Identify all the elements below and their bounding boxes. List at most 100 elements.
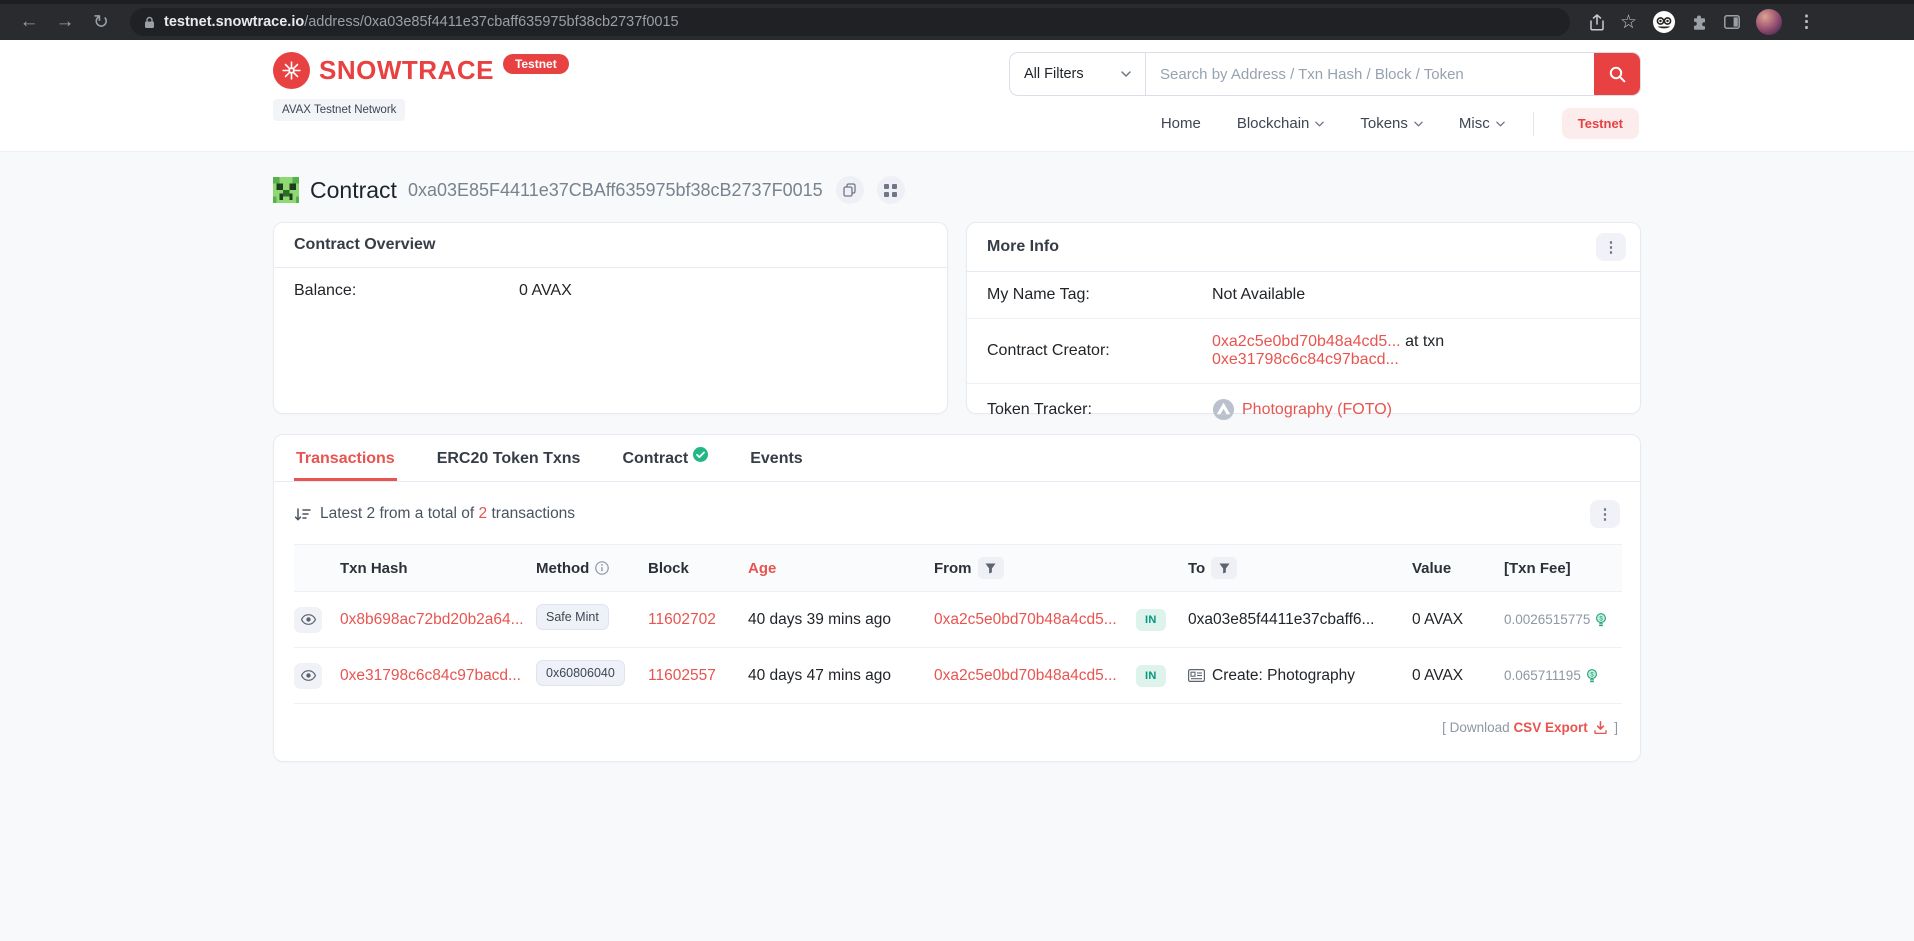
csv-prefix: [ Download (1442, 720, 1510, 735)
csv-export-row: [ Download CSV Export ] (274, 704, 1640, 755)
overview-card-title: Contract Overview (294, 236, 435, 254)
token-tracker-link[interactable]: Photography (FOTO) (1242, 401, 1392, 419)
address-bar[interactable]: testnet.snowtrace.io/address/0xa03e85f44… (130, 8, 1570, 36)
nav-blockchain-label: Blockchain (1237, 115, 1310, 132)
extension-owl-icon[interactable] (1653, 11, 1675, 33)
more-info-card: More Info ⋮ My Name Tag: Not Available C… (966, 222, 1641, 414)
gas-bulb-icon: $ (1586, 668, 1598, 684)
extensions-puzzle-icon[interactable] (1691, 14, 1708, 31)
age-text: 40 days 47 mins ago (748, 667, 891, 684)
tab-contract-label: Contract (622, 450, 688, 468)
site-logo[interactable]: SNOWTRACE Testnet (273, 52, 569, 89)
value-text: 0 AVAX (1412, 667, 1463, 684)
tx-summary-prefix: Latest 2 from a total of (320, 505, 474, 522)
more-info-card-title: More Info (987, 238, 1059, 256)
eye-icon (301, 614, 316, 625)
tx-summary-suffix: transactions (491, 505, 575, 522)
search-icon (1609, 66, 1626, 83)
tab-transactions-label: Transactions (296, 450, 395, 468)
lock-icon (144, 16, 155, 29)
view-tx-preview-button[interactable] (294, 663, 322, 689)
brand-testnet-badge: Testnet (503, 54, 569, 74)
direction-badge: IN (1136, 665, 1166, 687)
txn-hash-link[interactable]: 0x8b698ac72bd20b2a64... (340, 611, 524, 628)
col-block: Block (648, 545, 748, 592)
tx-total-count: 2 (479, 505, 488, 522)
txn-fee-text: 0.065711195 (1504, 668, 1581, 683)
col-txn-fee: [Txn Fee] (1504, 545, 1622, 592)
network-badge: AVAX Testnet Network (273, 99, 405, 121)
block-link[interactable]: 11602702 (648, 611, 716, 628)
col-age-sort[interactable]: Age (748, 545, 934, 592)
txn-hash-link[interactable]: 0xe31798c6c84c97bacd... (340, 667, 521, 684)
direction-badge: IN (1136, 609, 1166, 631)
from-address-link[interactable]: 0xa2c5e0bd70b48a4cd5... (934, 667, 1117, 684)
page-title-row: Contract 0xa03E85F4411e37CBAff635975bf38… (273, 176, 1641, 204)
qr-code-icon (884, 184, 897, 197)
col-txn-hash: Txn Hash (340, 545, 536, 592)
nav-blockchain[interactable]: Blockchain (1237, 115, 1325, 132)
creator-address-link[interactable]: 0xa2c5e0bd70b48a4cd5... (1212, 333, 1401, 350)
browser-forward-button[interactable]: → (50, 8, 80, 36)
nav-tokens[interactable]: Tokens (1360, 115, 1423, 132)
col-to-label: To (1188, 560, 1205, 577)
url-path: /address/0xa03e85f4411e37cbaff635975bf38… (304, 14, 678, 30)
csv-export-link[interactable]: CSV Export (1513, 720, 1587, 735)
search-bar: All Filters (1009, 52, 1641, 96)
view-tx-preview-button[interactable] (294, 607, 322, 633)
name-tag-label: My Name Tag: (987, 286, 1212, 304)
more-info-menu-button[interactable]: ⋮ (1596, 233, 1626, 261)
creator-txn-link[interactable]: 0xe31798c6c84c97bacd... (1212, 351, 1399, 368)
tab-erc20-token-txns[interactable]: ERC20 Token Txns (435, 435, 583, 481)
chevron-down-icon (1496, 121, 1505, 127)
info-icon (595, 561, 609, 575)
copy-address-button[interactable] (836, 176, 864, 204)
search-button[interactable] (1594, 53, 1640, 95)
nav-home[interactable]: Home (1161, 115, 1201, 132)
contract-address: 0xa03E85F4411e37CBAff635975bf38cB2737F00… (408, 180, 823, 201)
from-address-link[interactable]: 0xa2c5e0bd70b48a4cd5... (934, 611, 1117, 628)
share-icon[interactable] (1590, 14, 1604, 31)
filter-funnel-icon (1219, 563, 1230, 574)
col-value: Value (1412, 545, 1504, 592)
eye-icon (301, 670, 316, 681)
tab-events[interactable]: Events (748, 435, 804, 481)
to-address: 0xa03e85f4411e37cbaff6... (1188, 611, 1374, 629)
to-filter-button[interactable] (1211, 557, 1237, 579)
browser-menu-icon[interactable]: ⋮ (1798, 12, 1815, 32)
browser-profile-avatar[interactable] (1756, 9, 1782, 35)
col-method: Method (536, 545, 648, 592)
testnet-network-button[interactable]: Testnet (1562, 108, 1639, 139)
contract-identicon (273, 177, 299, 203)
transactions-table: Txn Hash Method Block Age From (294, 544, 1622, 704)
nav-misc[interactable]: Misc (1459, 115, 1505, 132)
contract-overview-card: Contract Overview Balance: 0 AVAX (273, 222, 948, 414)
nav-tokens-label: Tokens (1360, 115, 1408, 132)
tab-contract[interactable]: Contract (620, 435, 710, 481)
method-badge: 0x60806040 (536, 660, 625, 686)
tab-events-label: Events (750, 450, 802, 468)
sort-icon (294, 507, 311, 522)
block-link[interactable]: 11602557 (648, 667, 716, 684)
qr-code-button[interactable] (877, 176, 905, 204)
from-filter-button[interactable] (978, 557, 1004, 579)
search-input[interactable] (1146, 53, 1594, 95)
col-to: To (1188, 545, 1412, 592)
tab-transactions[interactable]: Transactions (294, 435, 397, 481)
table-row: 0x8b698ac72bd20b2a64... Safe Mint 116027… (294, 592, 1622, 648)
brand-name: SNOWTRACE (319, 52, 494, 89)
nav-divider (1533, 112, 1534, 136)
browser-reload-button[interactable]: ↻ (86, 8, 116, 36)
search-filter-dropdown[interactable]: All Filters (1010, 53, 1146, 95)
tx-table-menu-button[interactable]: ⋮ (1590, 500, 1620, 528)
bookmark-star-icon[interactable]: ☆ (1620, 11, 1637, 34)
browser-back-button[interactable]: ← (14, 8, 44, 36)
table-row: 0xe31798c6c84c97bacd... 0x60806040 11602… (294, 648, 1622, 704)
nav-misc-label: Misc (1459, 115, 1490, 132)
side-panel-icon[interactable] (1724, 15, 1740, 29)
to-address: Create: Photography (1212, 667, 1355, 685)
chevron-down-icon (1121, 71, 1131, 77)
browser-toolbar: ← → ↻ testnet.snowtrace.io/address/0xa03… (0, 0, 1914, 40)
filter-funnel-icon (985, 563, 996, 574)
gas-bulb-icon: $ (1595, 612, 1607, 628)
